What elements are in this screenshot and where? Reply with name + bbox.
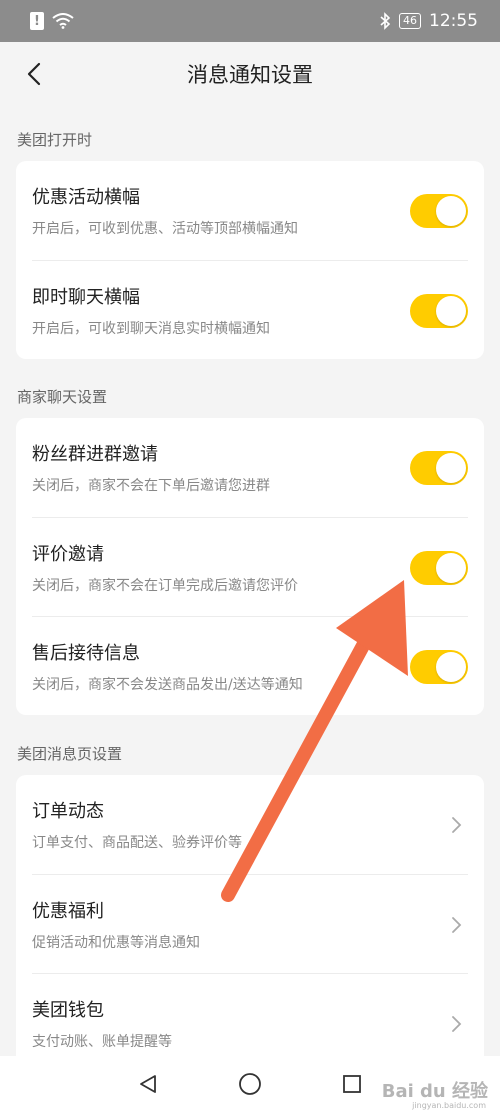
row-subtitle: 促销活动和优惠等消息通知 (32, 935, 200, 951)
fan-group-invite-toggle[interactable] (410, 451, 468, 485)
row-title: 订单动态 (32, 801, 104, 822)
row-subtitle: 支付动账、账单提醒等 (32, 1034, 172, 1050)
navigation-bar: Bai du 经验 jingyan.baidu.com (0, 1056, 500, 1111)
alert-icon: ! (30, 12, 44, 30)
row-title: 即时聊天横幅 (32, 287, 140, 308)
after-sales-toggle[interactable] (410, 650, 468, 684)
circle-home-icon (239, 1072, 261, 1095)
setting-row-promo-banner: 优惠活动横幅 开启后，可收到优惠、活动等顶部横幅通知 (32, 161, 468, 260)
chat-banner-toggle[interactable] (410, 294, 468, 328)
chevron-right-icon (452, 1016, 462, 1032)
page-title: 消息通知设置 (187, 63, 313, 87)
row-title: 美团钱包 (32, 1000, 104, 1021)
setting-row-chat-banner: 即时聊天横幅 开启后，可收到聊天消息实时横幅通知 (32, 260, 468, 359)
row-subtitle: 开启后，可收到聊天消息实时横幅通知 (32, 321, 270, 337)
row-title: 优惠福利 (32, 901, 104, 922)
baidu-watermark-url: jingyan.baidu.com (412, 1101, 486, 1110)
setting-row-wallet[interactable]: 美团钱包 支付动账、账单提醒等 (32, 973, 468, 1065)
card-meituan-open: 优惠活动横幅 开启后，可收到优惠、活动等顶部横幅通知 即时聊天横幅 开启后，可收… (16, 161, 484, 359)
section-title-meituan-open: 美团打开时 (17, 131, 93, 149)
nav-home-button[interactable] (235, 1069, 265, 1099)
row-title: 评价邀请 (32, 544, 104, 565)
toggle-knob (436, 453, 466, 483)
card-merchant-chat: 粉丝群进群邀请 关闭后，商家不会在下单后邀请您进群 评价邀请 关闭后，商家不会在… (16, 418, 484, 715)
row-subtitle: 关闭后，商家不会在下单后邀请您进群 (32, 478, 270, 494)
setting-row-fan-group-invite: 粉丝群进群邀请 关闭后，商家不会在下单后邀请您进群 (32, 418, 468, 517)
chevron-right-icon (452, 917, 462, 933)
nav-recents-button[interactable] (337, 1069, 367, 1099)
bluetooth-icon (380, 12, 391, 30)
setting-row-review-invite: 评价邀请 关闭后，商家不会在订单完成后邀请您评价 (32, 517, 468, 616)
row-subtitle: 开启后，可收到优惠、活动等顶部横幅通知 (32, 221, 298, 237)
row-subtitle: 关闭后，商家不会发送商品发出/送达等通知 (32, 677, 303, 693)
header: 消息通知设置 (0, 42, 500, 106)
row-title: 售后接待信息 (32, 643, 140, 664)
toggle-knob (436, 196, 466, 226)
card-message-page: 订单动态 订单支付、商品配送、验券评价等 优惠福利 促销活动和优惠等消息通知 美… (16, 775, 484, 1065)
nav-back-button[interactable] (133, 1069, 163, 1099)
row-subtitle: 订单支付、商品配送、验券评价等 (32, 835, 242, 851)
setting-row-promo-benefits[interactable]: 优惠福利 促销活动和优惠等消息通知 (32, 874, 468, 973)
section-title-merchant-chat: 商家聊天设置 (17, 388, 108, 406)
triangle-back-icon (140, 1074, 156, 1093)
review-invite-toggle[interactable] (410, 551, 468, 585)
chevron-left-icon (27, 62, 41, 86)
section-title-message-page: 美团消息页设置 (17, 745, 123, 763)
baidu-watermark: Bai du 经验 (381, 1081, 488, 1102)
setting-row-order-updates[interactable]: 订单动态 订单支付、商品配送、验券评价等 (32, 775, 468, 874)
square-recents-icon (343, 1074, 361, 1093)
chevron-right-icon (452, 817, 462, 833)
toggle-knob (436, 652, 466, 682)
row-title: 优惠活动横幅 (32, 187, 140, 208)
battery-icon: 46 (399, 13, 421, 29)
toggle-knob (436, 296, 466, 326)
promo-banner-toggle[interactable] (410, 194, 468, 228)
row-subtitle: 关闭后，商家不会在订单完成后邀请您评价 (32, 578, 298, 594)
status-time: 12:55 (429, 11, 478, 31)
wifi-icon (52, 13, 74, 29)
back-button[interactable] (16, 56, 52, 92)
toggle-knob (436, 553, 466, 583)
status-bar: ! 46 12:55 (0, 0, 500, 42)
setting-row-after-sales: 售后接待信息 关闭后，商家不会发送商品发出/送达等通知 (32, 616, 468, 715)
row-title: 粉丝群进群邀请 (32, 444, 158, 465)
